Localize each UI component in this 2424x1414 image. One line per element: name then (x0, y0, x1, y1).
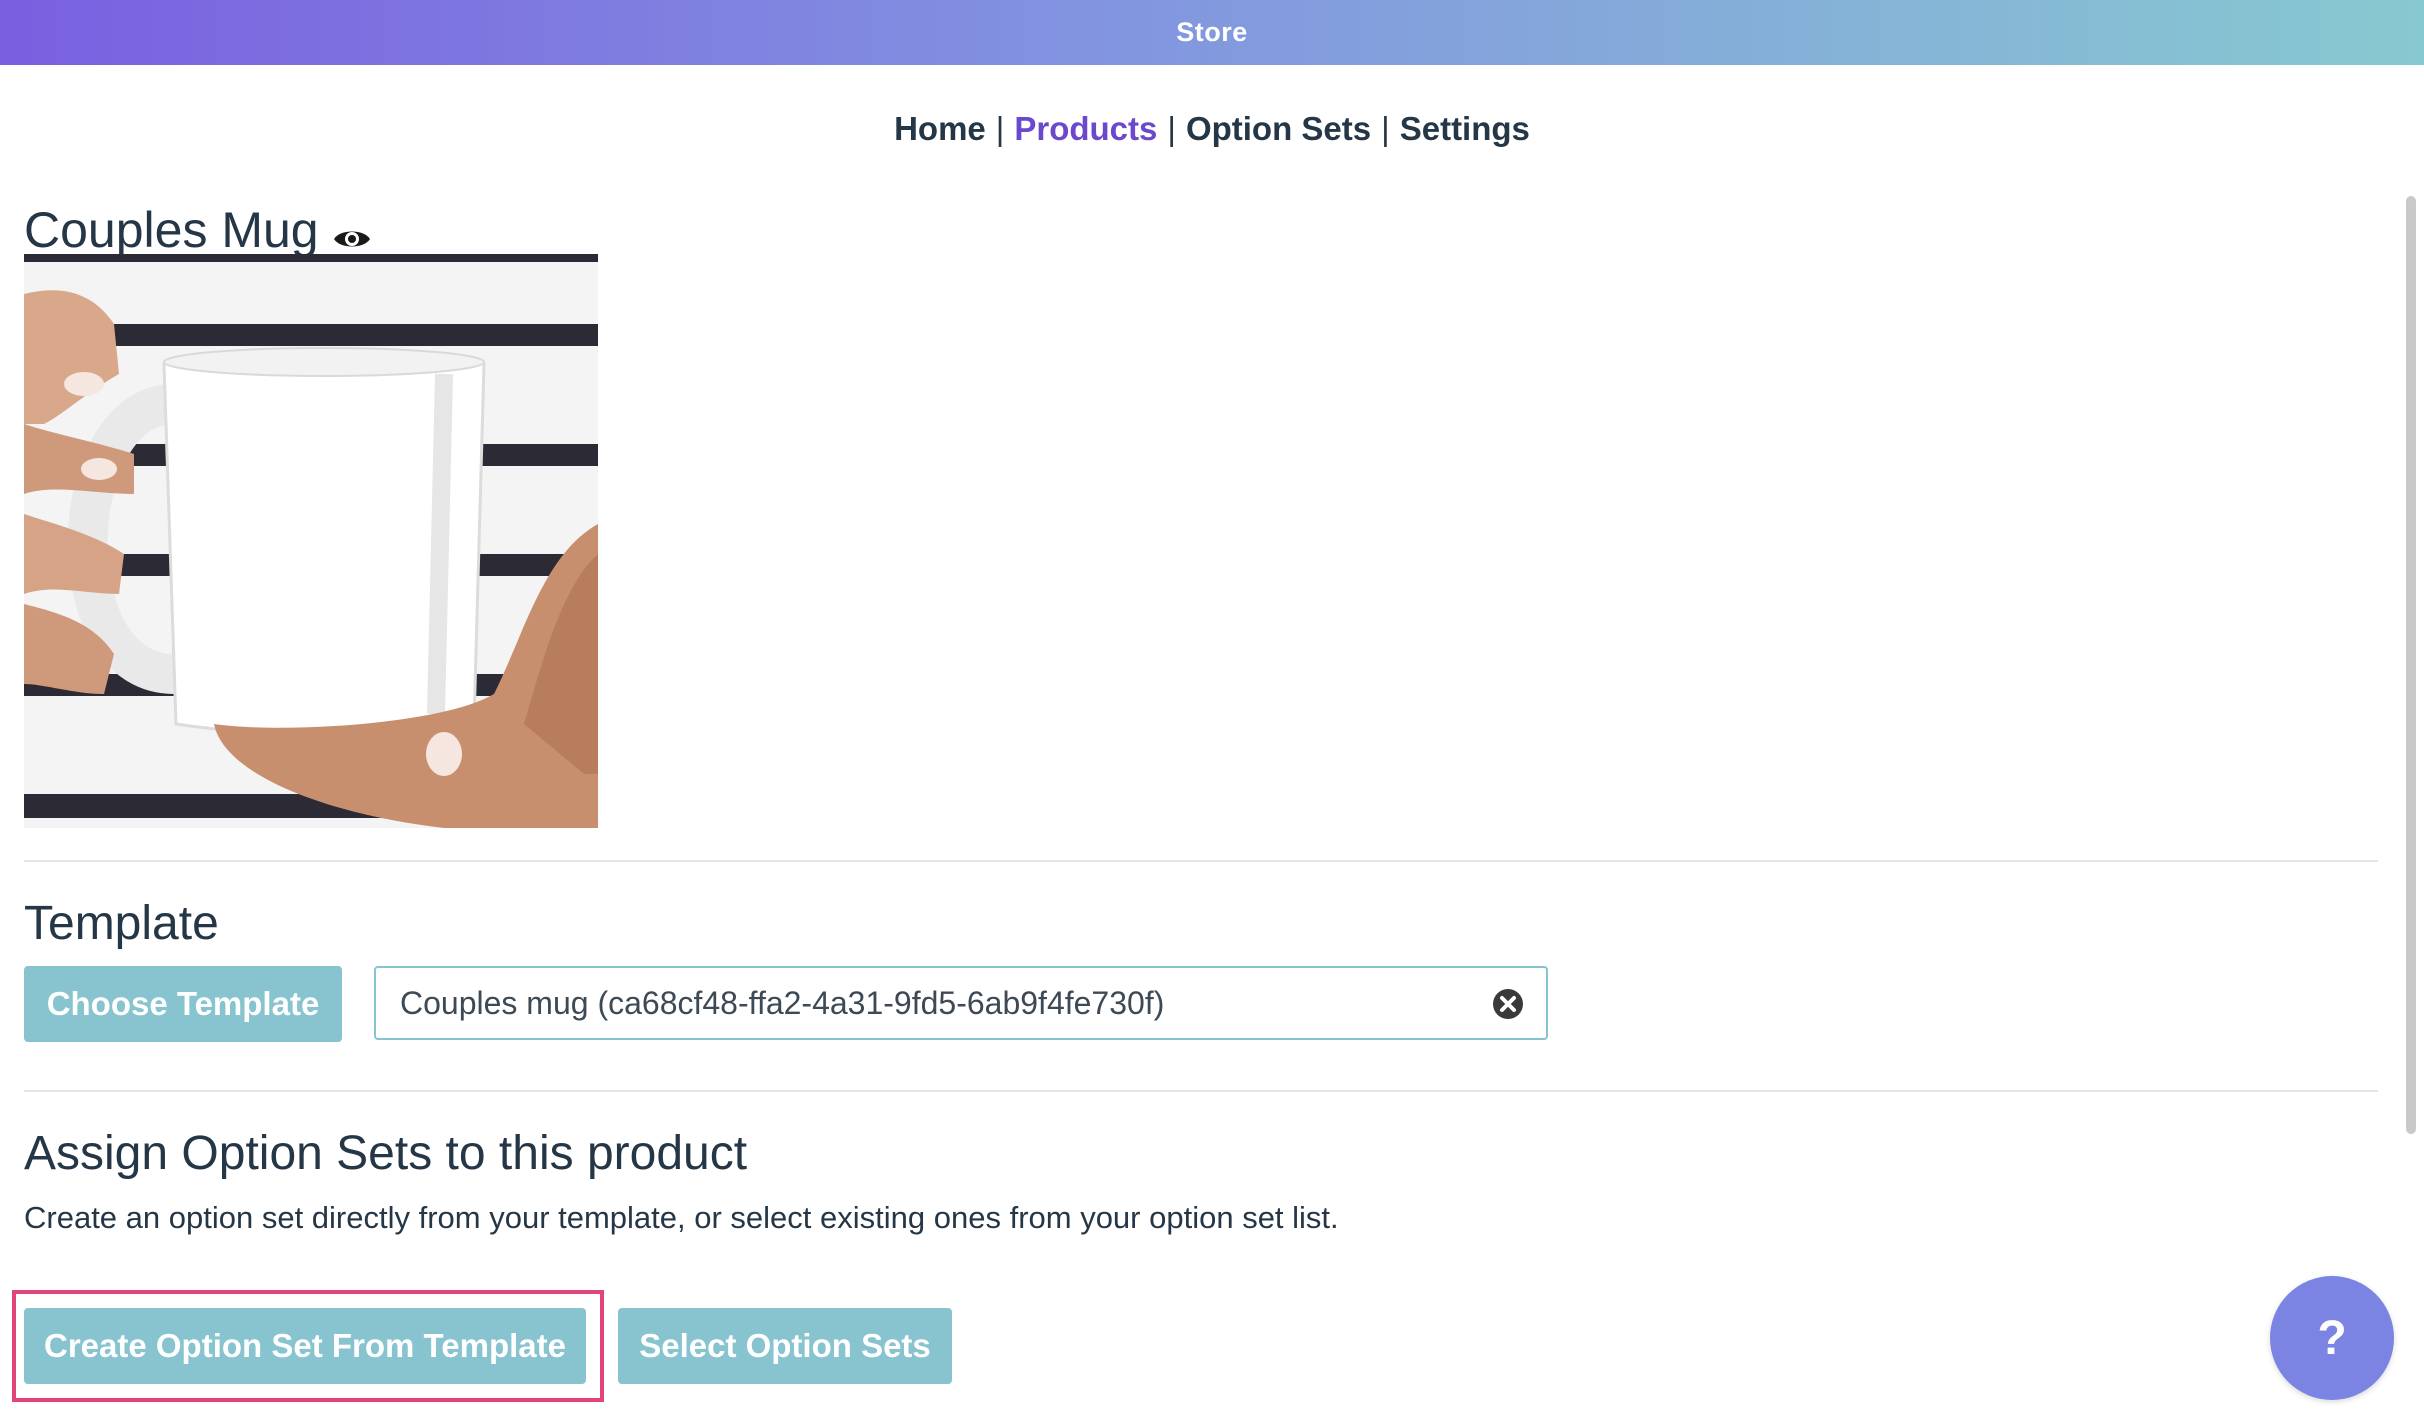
template-section-title: Template (24, 897, 219, 950)
nav-separator: | (1167, 110, 1176, 147)
product-image (24, 254, 598, 828)
template-selected-value: Couples mug (ca68cf48-ffa2-4a31-9fd5-6ab… (400, 984, 1165, 1021)
app-title: Store (1176, 17, 1248, 47)
nav-products[interactable]: Products (1014, 110, 1157, 148)
nav-separator: | (995, 110, 1005, 147)
select-option-sets-button[interactable]: Select Option Sets (618, 1308, 952, 1384)
option-sets-description: Create an option set directly from your … (24, 1200, 1339, 1235)
create-option-set-from-template-button[interactable]: Create Option Set From Template (24, 1308, 586, 1384)
scrollbar-thumb[interactable] (2406, 196, 2416, 1134)
nav-settings[interactable]: Settings (1400, 110, 1530, 148)
option-sets-section-title: Assign Option Sets to this product (24, 1127, 748, 1180)
choose-template-button[interactable]: Choose Template (24, 966, 342, 1042)
top-bar: Store (0, 0, 2424, 65)
help-button[interactable]: ? (2270, 1276, 2394, 1400)
template-selected-field[interactable]: Couples mug (ca68cf48-ffa2-4a31-9fd5-6ab… (374, 966, 1548, 1040)
nav-separator: | (1381, 110, 1390, 147)
nav-option-sets[interactable]: Option Sets (1186, 110, 1371, 148)
product-title: Couples Mug (24, 202, 319, 258)
divider (24, 860, 2378, 862)
close-circle-icon[interactable] (1492, 988, 1524, 1028)
divider (24, 1090, 2378, 1092)
main-nav: Home | Products | Option Sets | Settings (0, 110, 2424, 148)
nav-home[interactable]: Home (894, 110, 986, 148)
